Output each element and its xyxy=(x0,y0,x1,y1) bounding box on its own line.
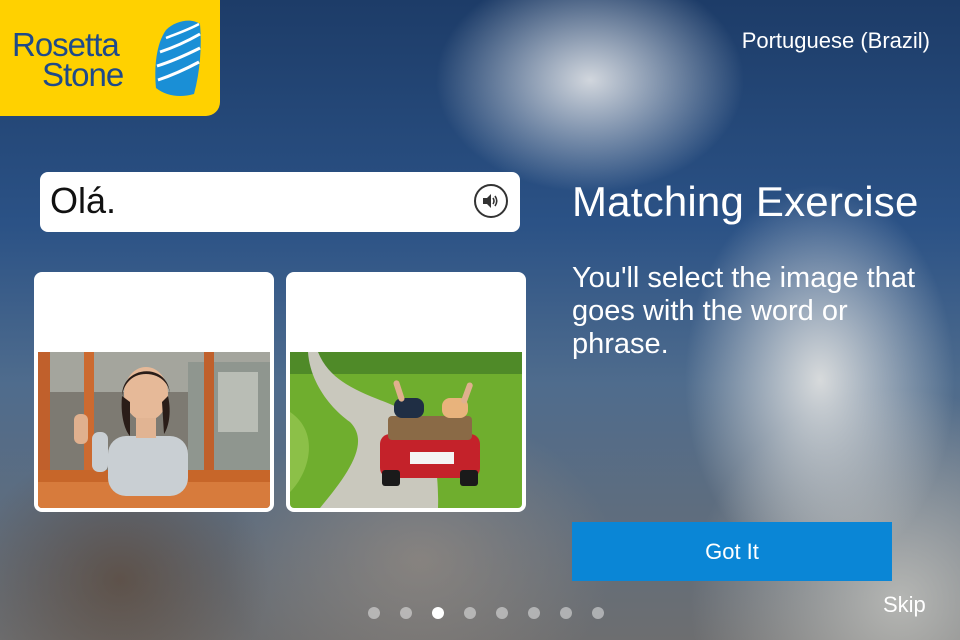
pagination-dot-active[interactable] xyxy=(432,607,444,619)
image-choice-card-2[interactable] xyxy=(286,272,526,512)
prompt-box: Olá. xyxy=(40,172,520,232)
exercise-title: Matching Exercise xyxy=(572,178,919,225)
rosetta-stone-logo: Rosetta Stone xyxy=(0,0,220,116)
pagination-dot[interactable] xyxy=(464,607,476,619)
pagination-dot[interactable] xyxy=(496,607,508,619)
photo-woman-waving xyxy=(38,352,270,508)
photo-car-on-road xyxy=(290,352,522,508)
exercise-description: You'll select the image that goes with t… xyxy=(572,262,916,360)
pagination-dot[interactable] xyxy=(560,607,572,619)
pagination-dot[interactable] xyxy=(400,607,412,619)
skip-link[interactable]: Skip xyxy=(883,592,926,618)
language-label: Portuguese (Brazil) xyxy=(741,28,930,53)
got-it-button[interactable]: Got It xyxy=(572,522,892,581)
pagination-dot[interactable] xyxy=(368,607,380,619)
logo-stone-icon xyxy=(155,20,201,96)
logo-line-2: Stone xyxy=(42,56,124,93)
pagination-dot[interactable] xyxy=(528,607,540,619)
speaker-icon[interactable] xyxy=(474,184,508,218)
pagination-dot[interactable] xyxy=(592,607,604,619)
pagination-dots xyxy=(368,607,604,619)
image-choice-card-1[interactable] xyxy=(34,272,274,512)
prompt-text: Olá. xyxy=(50,180,117,221)
logo-wordmark: Rosetta Stone xyxy=(12,28,124,93)
